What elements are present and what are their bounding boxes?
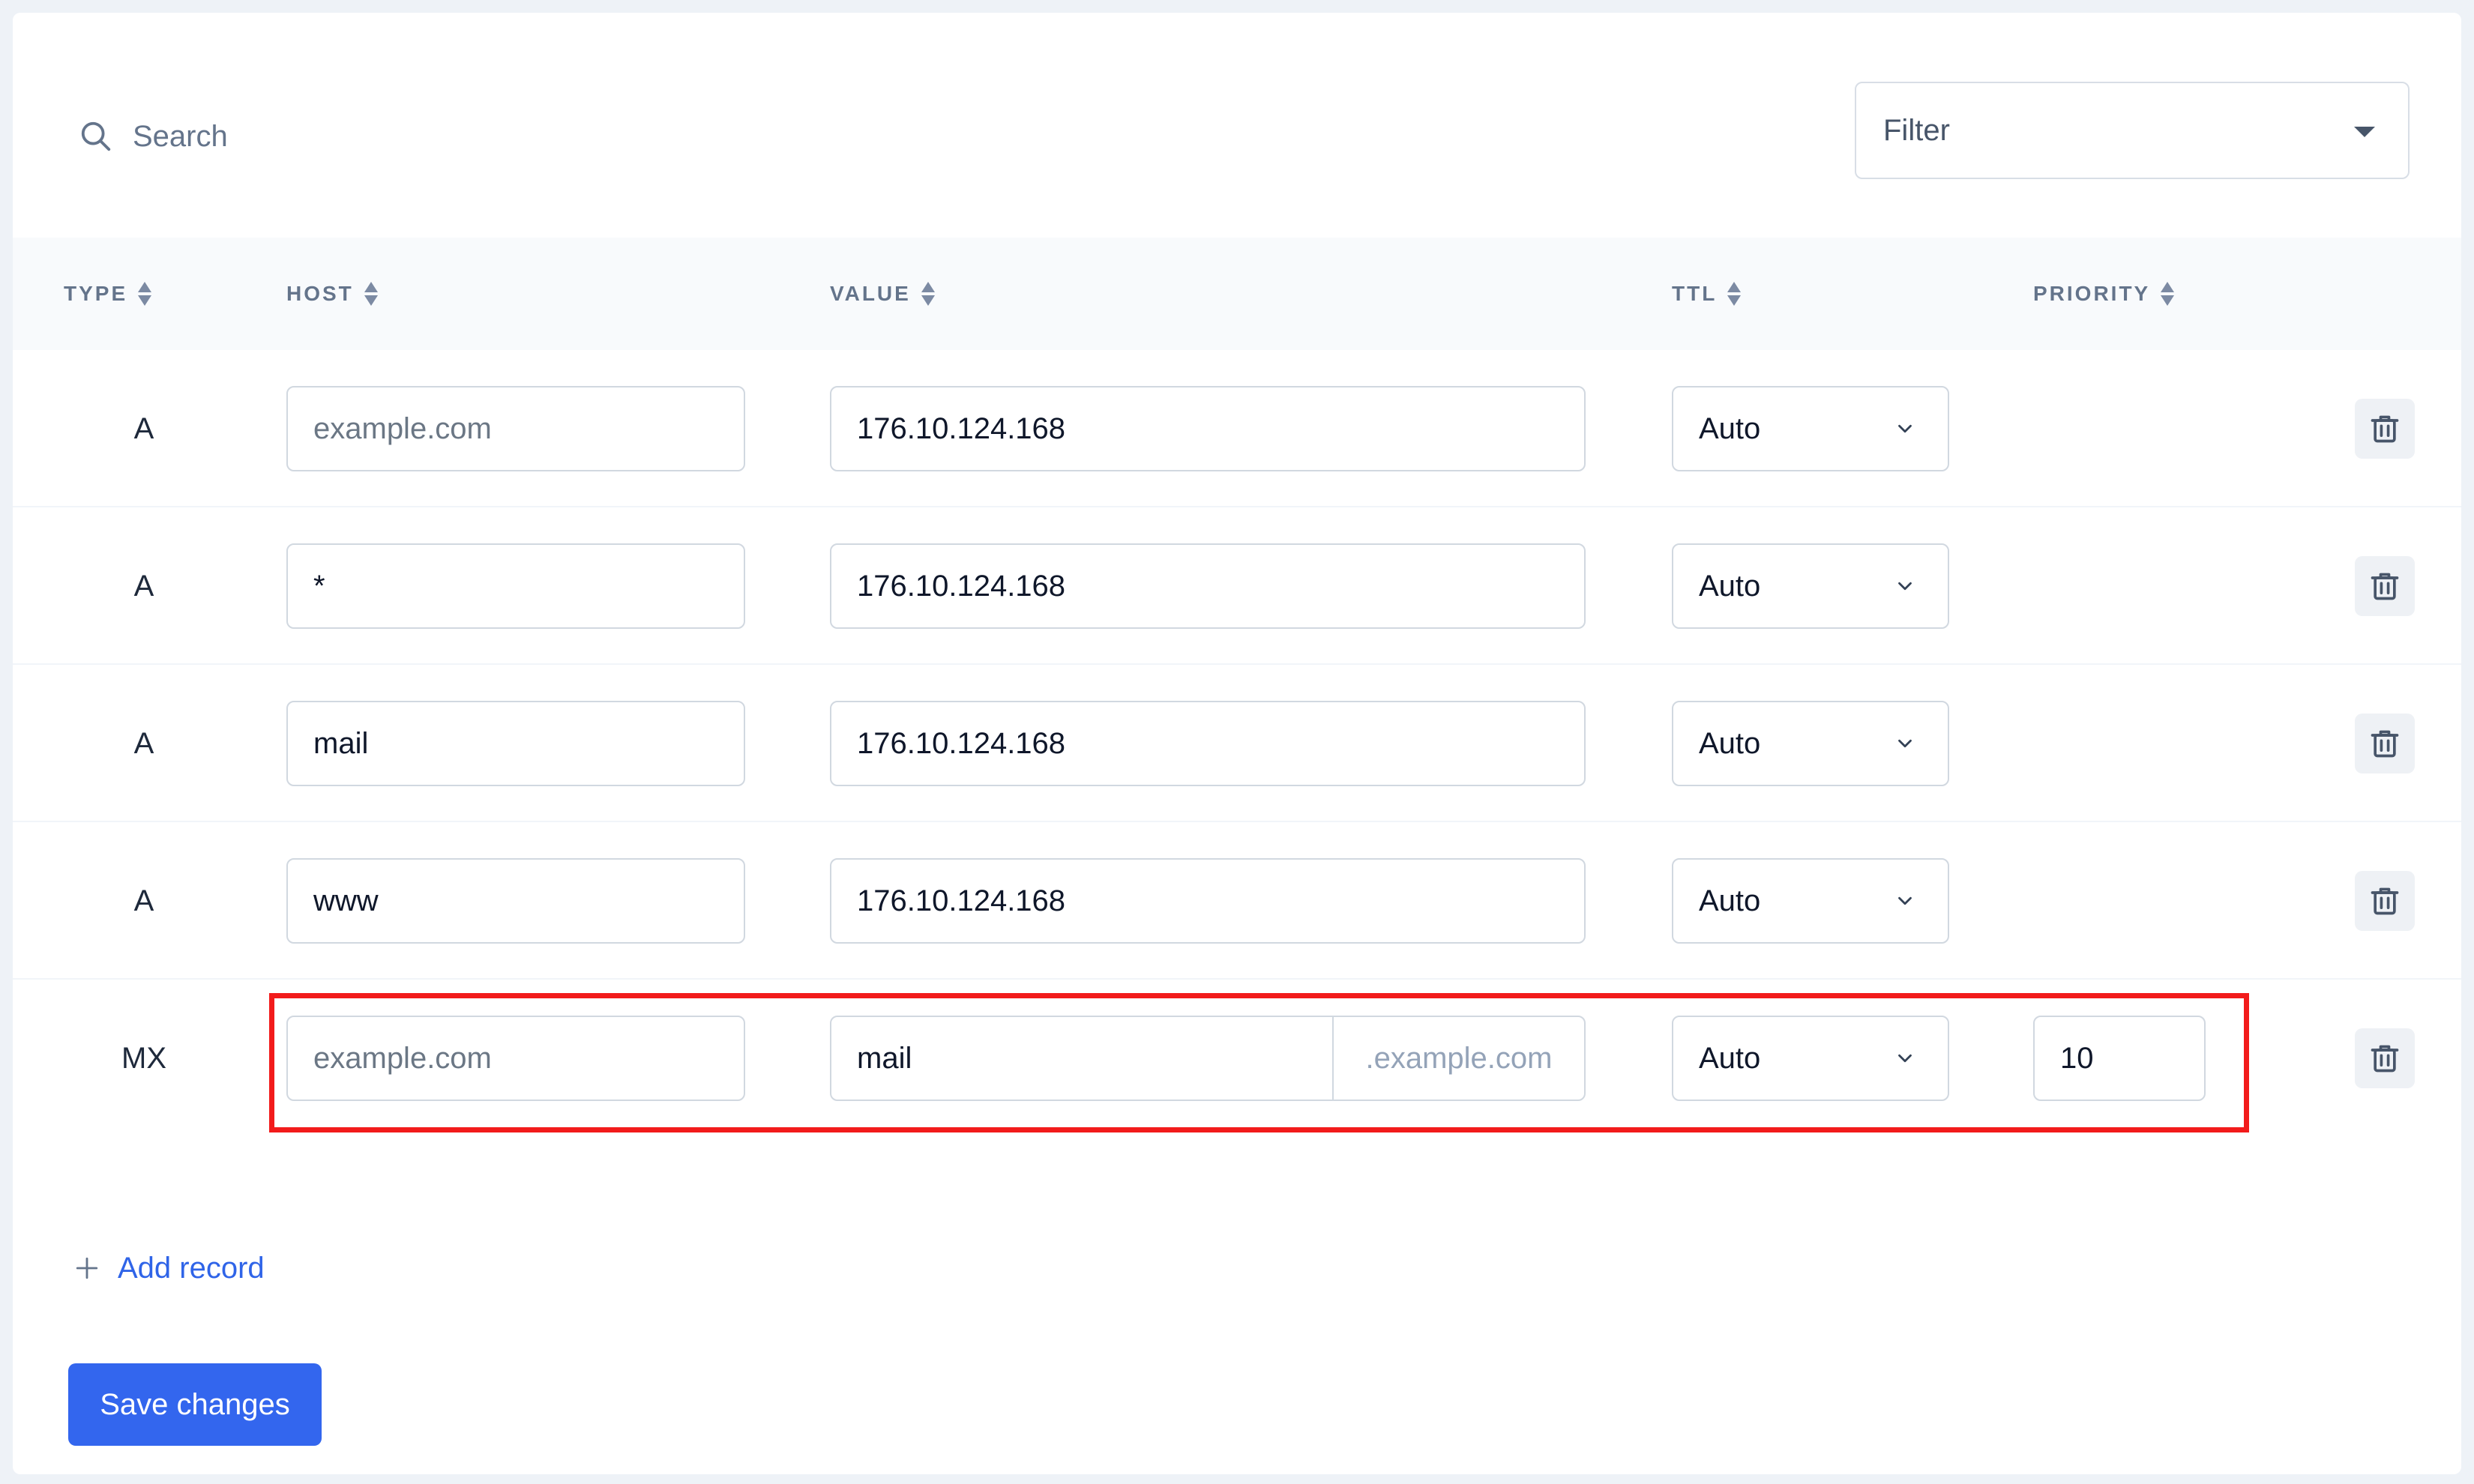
save-changes-button[interactable]: Save changes [68,1363,322,1446]
chevron-down-icon [1898,582,1912,591]
table-row: A mail 176.10.124.168 Auto [13,665,2461,822]
add-record-label: Add record [118,1251,265,1285]
trash-icon [2371,415,2399,443]
delete-record-button[interactable] [2355,399,2415,459]
column-header-type[interactable]: TYPE [64,238,152,350]
table-row: A www 176.10.124.168 Auto [13,822,2461,980]
record-type: A [133,411,154,445]
host-input[interactable]: example.com [286,386,745,471]
chevron-down-icon [1898,739,1912,748]
trash-icon [2371,573,2399,600]
domain-suffix: .example.com [1332,1017,1584,1100]
host-input[interactable]: mail [286,701,745,786]
ttl-value: Auto [1699,1041,1761,1075]
table-row: A example.com 176.10.124.168 Auto [13,350,2461,507]
search-icon [81,121,111,151]
filter-label: Filter [1883,113,1950,147]
dns-records-card: Search Filter TYPE HOST VALUE TTL PRIORI… [13,13,2461,1474]
column-header-value[interactable]: VALUE [830,238,935,350]
filter-dropdown[interactable]: Filter [1855,82,2410,179]
search-input[interactable]: Search [133,120,228,154]
delete-record-button[interactable] [2355,556,2415,616]
column-header-priority[interactable]: PRIORITY [2033,238,2175,350]
value-input[interactable]: 176.10.124.168 [830,858,1586,944]
record-type: A [133,569,154,603]
delete-record-button[interactable] [2355,714,2415,773]
delete-record-button[interactable] [2355,871,2415,931]
column-header-host[interactable]: HOST [286,238,378,350]
plus-icon [76,1257,98,1279]
sort-icon [364,280,378,307]
ttl-select[interactable]: Auto [1672,386,1949,471]
sort-icon [138,280,152,307]
trash-icon [2371,887,2399,915]
table-header: TYPE HOST VALUE TTL PRIORITY [13,238,2461,350]
value-input[interactable]: 176.10.124.168 [830,386,1586,471]
record-type: MX [121,1041,166,1075]
priority-input[interactable]: 10 [2033,1016,2206,1101]
table-row-mx: MX example.com mail .example.com Auto 10 [13,980,2461,1137]
chevron-down-icon [1898,896,1912,905]
sort-icon [2161,280,2175,307]
host-input[interactable]: example.com [286,1016,745,1101]
delete-record-button[interactable] [2355,1028,2415,1088]
record-type: A [133,726,154,760]
ttl-select[interactable]: Auto [1672,543,1949,629]
ttl-select[interactable]: Auto [1672,1016,1949,1101]
chevron-down-icon [1898,424,1912,433]
value-input[interactable]: mail [831,1017,1332,1100]
trash-icon [2371,1045,2399,1073]
sort-icon [1727,280,1742,307]
ttl-value: Auto [1699,726,1761,760]
trash-icon [2371,730,2399,758]
add-record-button[interactable]: Add record [74,1246,265,1291]
ttl-value: Auto [1699,569,1761,603]
value-input[interactable]: 176.10.124.168 [830,701,1586,786]
caret-down-icon [2354,127,2375,137]
ttl-select[interactable]: Auto [1672,858,1949,944]
record-type: A [133,884,154,917]
chevron-down-icon [1898,1054,1912,1063]
table-row: A * 176.10.124.168 Auto [13,507,2461,665]
host-input[interactable]: www [286,858,745,944]
host-input[interactable]: * [286,543,745,629]
ttl-value: Auto [1699,884,1761,917]
search-bar[interactable]: Search [79,106,228,166]
sort-icon [921,280,935,307]
value-input-group[interactable]: mail .example.com [830,1016,1586,1101]
column-header-ttl[interactable]: TTL [1672,238,1742,350]
ttl-value: Auto [1699,411,1761,445]
ttl-select[interactable]: Auto [1672,701,1949,786]
value-input[interactable]: 176.10.124.168 [830,543,1586,629]
